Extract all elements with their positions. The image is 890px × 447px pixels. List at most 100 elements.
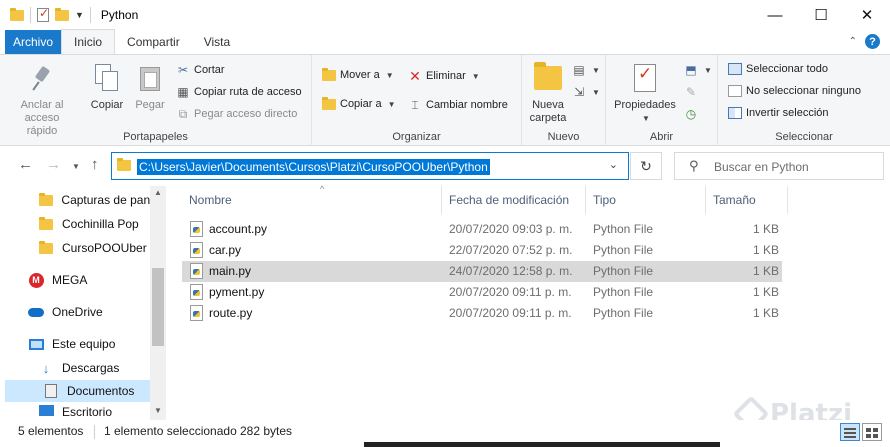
tab-vista[interactable]: Vista bbox=[192, 30, 242, 54]
new-folder-label-1: Nueva bbox=[532, 99, 564, 111]
nav-item-label: Descargas bbox=[62, 361, 120, 375]
large-icons-view-button[interactable] bbox=[862, 423, 882, 441]
delete-icon: ✕ bbox=[409, 67, 421, 84]
download-icon: ↓ bbox=[42, 360, 50, 376]
separator bbox=[89, 7, 91, 23]
table-row[interactable]: account.py 20/07/2020 09:03 p. m. Python… bbox=[182, 219, 782, 240]
scroll-up-icon[interactable]: ▲ bbox=[150, 188, 166, 197]
move-to-icon bbox=[322, 67, 336, 81]
nav-item-mega[interactable]: M MEGA bbox=[0, 269, 150, 291]
new-folder-label-2: carpeta bbox=[529, 112, 567, 124]
paste-button[interactable]: Pegar bbox=[130, 61, 170, 112]
rename-button[interactable]: ⌶ Cambiar nombre bbox=[408, 98, 508, 112]
nav-item-label: Documentos bbox=[67, 384, 135, 398]
select-all-button[interactable]: Seleccionar todo bbox=[728, 63, 828, 75]
help-icon[interactable]: ? bbox=[865, 34, 880, 49]
refresh-icon: ↻ bbox=[640, 157, 652, 174]
computer-icon bbox=[28, 338, 44, 350]
new-folder-button[interactable]: Nueva carpeta bbox=[528, 61, 568, 125]
pin-quick-access-button[interactable]: Anclar al acceso rápido bbox=[10, 61, 74, 138]
copy-to-label: Copiar a bbox=[340, 98, 382, 110]
copy-to-icon bbox=[322, 96, 336, 110]
column-header-date[interactable]: Fecha de modificación bbox=[442, 186, 586, 214]
tab-compartir[interactable]: Compartir bbox=[115, 30, 192, 54]
file-date: 20/07/2020 09:11 p. m. bbox=[449, 285, 572, 299]
table-row[interactable]: route.py 20/07/2020 09:11 p. m. Python F… bbox=[182, 303, 782, 324]
new-folder-icon[interactable] bbox=[55, 7, 69, 21]
paste-shortcut-button[interactable]: ⧉ Pegar acceso directo bbox=[176, 107, 298, 121]
history-button[interactable]: ◷ bbox=[684, 107, 698, 121]
select-none-label: No seleccionar ninguno bbox=[746, 85, 861, 97]
nav-item-cochinilla[interactable]: Cochinilla Pop bbox=[0, 213, 150, 235]
up-arrow-icon[interactable]: ↑ bbox=[91, 156, 99, 173]
table-row[interactable]: car.py 22/07/2020 07:52 p. m. Python Fil… bbox=[182, 240, 782, 261]
address-path[interactable]: C:\Users\Javier\Documents\Cursos\Platzi\… bbox=[137, 159, 490, 175]
group-seleccionar: Seleccionar todo No seleccionar ninguno … bbox=[718, 55, 890, 147]
delete-button[interactable]: ✕ Eliminar ▼ bbox=[408, 67, 480, 84]
table-row[interactable]: main.py 24/07/2020 12:58 p. m. Python Fi… bbox=[182, 261, 782, 282]
select-all-icon bbox=[728, 63, 742, 75]
search-input[interactable]: ⚲ Buscar en Python bbox=[674, 152, 884, 180]
maximize-button[interactable]: ☐ bbox=[798, 0, 844, 30]
close-button[interactable]: ✕ bbox=[844, 0, 890, 30]
table-row[interactable]: pyment.py 20/07/2020 09:11 p. m. Python … bbox=[182, 282, 782, 303]
nav-item-capturas[interactable]: Capturas de pantalla bbox=[0, 189, 150, 211]
expand-ribbon-icon[interactable]: ⌃ bbox=[849, 36, 857, 47]
cut-label: Cortar bbox=[194, 64, 225, 76]
tab-archivo[interactable]: Archivo bbox=[5, 30, 62, 54]
back-arrow-icon[interactable]: ← bbox=[18, 156, 33, 173]
file-type: Python File bbox=[593, 306, 654, 320]
nav-item-cursopoouber[interactable]: CursoPOOUber bbox=[0, 237, 150, 259]
scrollbar-thumb[interactable] bbox=[152, 268, 164, 346]
forward-arrow-icon[interactable]: → bbox=[46, 156, 61, 173]
file-type: Python File bbox=[593, 285, 654, 299]
scissors-icon: ✂ bbox=[177, 63, 189, 77]
properties-label: Propiedades bbox=[614, 99, 676, 111]
open-button[interactable]: ⬒ ▼ bbox=[684, 63, 712, 77]
delete-label: Eliminar bbox=[426, 70, 466, 82]
nav-item-escritorio[interactable]: Escritorio bbox=[0, 405, 150, 420]
nav-item-este-equipo[interactable]: Este equipo bbox=[0, 333, 150, 355]
column-header-name[interactable]: Nombre ^ bbox=[182, 184, 442, 214]
nav-item-documentos[interactable]: Documentos bbox=[5, 380, 155, 402]
select-none-icon bbox=[728, 85, 742, 97]
file-date: 20/07/2020 09:03 p. m. bbox=[449, 222, 573, 236]
invert-selection-button[interactable]: Invertir selección bbox=[728, 107, 829, 119]
copy-label: Copiar bbox=[90, 99, 124, 111]
column-header-type[interactable]: Tipo bbox=[586, 186, 706, 214]
recent-locations-icon[interactable]: ▼ bbox=[72, 162, 80, 171]
customize-qat-icon[interactable]: ▼ bbox=[75, 10, 84, 20]
chevron-down-icon[interactable]: ⌄ bbox=[609, 158, 618, 171]
refresh-button[interactable]: ↻ bbox=[630, 152, 662, 180]
cut-button[interactable]: ✂ Cortar bbox=[176, 63, 225, 77]
minimize-button[interactable]: — bbox=[752, 0, 798, 30]
copy-path-button[interactable]: ▦ Copiar ruta de acceso bbox=[176, 85, 301, 99]
rename-label: Cambiar nombre bbox=[426, 99, 508, 111]
nav-pane-scrollbar[interactable]: ▲ ▼ bbox=[150, 186, 166, 420]
address-bar[interactable]: C:\Users\Javier\Documents\Cursos\Platzi\… bbox=[111, 152, 629, 180]
status-selection: 1 elemento seleccionado bbox=[104, 424, 237, 438]
scroll-down-icon[interactable]: ▼ bbox=[150, 406, 166, 415]
edit-button[interactable]: ✎ bbox=[684, 85, 698, 99]
column-header-label: Nombre bbox=[189, 193, 232, 207]
file-type: Python File bbox=[593, 222, 654, 236]
file-date: 24/07/2020 12:58 p. m. bbox=[449, 264, 573, 278]
move-to-button[interactable]: Mover a ▼ bbox=[322, 67, 394, 81]
new-item-button[interactable]: ▤ ▼ bbox=[572, 63, 600, 77]
details-view-button[interactable] bbox=[840, 423, 860, 441]
group-label-portapapeles: Portapapeles bbox=[123, 131, 188, 143]
column-header-size[interactable]: Tamaño bbox=[706, 186, 788, 214]
copy-button[interactable]: Copiar bbox=[84, 61, 130, 112]
group-label-abrir: Abrir bbox=[649, 131, 674, 143]
nav-item-descargas[interactable]: ↓ Descargas bbox=[0, 357, 150, 379]
properties-button[interactable]: Propiedades ▼ bbox=[610, 61, 680, 125]
tab-inicio[interactable]: Inicio bbox=[61, 29, 116, 54]
separator bbox=[30, 7, 31, 23]
move-to-label: Mover a bbox=[340, 69, 380, 81]
title-bar: ▼ Python — ☐ ✕ bbox=[0, 0, 890, 30]
easy-access-button[interactable]: ⇲ ▼ bbox=[572, 85, 600, 99]
nav-item-onedrive[interactable]: OneDrive bbox=[0, 301, 150, 323]
copy-to-button[interactable]: Copiar a ▼ bbox=[322, 96, 396, 110]
properties-icon[interactable] bbox=[37, 6, 49, 22]
select-none-button[interactable]: No seleccionar ninguno bbox=[728, 85, 861, 97]
